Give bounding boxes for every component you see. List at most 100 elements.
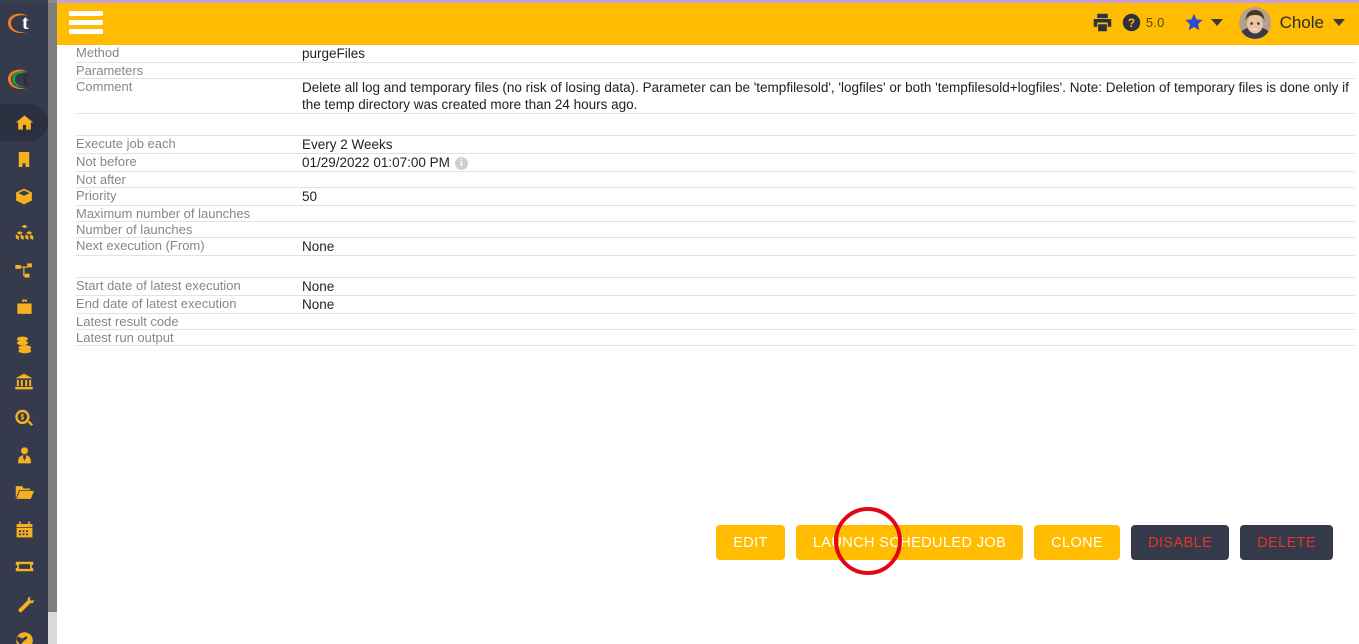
app-window: t t ? 5.0 Chole Method purgeFiles Parame…: [0, 0, 1359, 644]
printer-icon[interactable]: [1092, 12, 1113, 33]
table-row: Number of launches: [76, 221, 1355, 238]
favorites-chevron-down-icon[interactable]: [1210, 19, 1223, 26]
row-value: [302, 205, 1355, 222]
row-label: Number of launches: [76, 221, 302, 238]
launch-scheduled-job-button[interactable]: LAUNCH SCHEDULED JOB: [795, 525, 1024, 560]
sidebar-item-finance[interactable]: [0, 326, 48, 363]
delete-button[interactable]: DELETE: [1240, 525, 1333, 560]
sidebar-item-hierarchy[interactable]: [0, 252, 48, 289]
row-label: Priority: [76, 187, 302, 206]
user-menu-chevron-down-icon[interactable]: [1333, 19, 1345, 26]
folder-open-icon: [15, 486, 34, 499]
sidebar-nav: [0, 104, 48, 644]
avatar-photo: [1238, 6, 1271, 39]
logo-primary[interactable]: t: [0, 0, 48, 48]
table-row: Comment Delete all log and temporary fil…: [76, 78, 1355, 114]
user-avatar[interactable]: [1238, 6, 1271, 39]
hamburger-menu-button[interactable]: [69, 9, 103, 36]
row-label: Not before: [76, 153, 302, 172]
table-row: Not after: [76, 171, 1355, 188]
row-value: 01/29/2022 01:07:00 PM: [302, 155, 450, 170]
building-icon: [18, 152, 30, 167]
sidebar-item-tickets[interactable]: [0, 548, 48, 585]
sitemap-icon: [15, 263, 32, 278]
row-label: Method: [76, 45, 302, 63]
edit-button[interactable]: EDIT: [716, 525, 785, 560]
spacer-cell-right: [302, 255, 1355, 278]
row-label: Execute job each: [76, 135, 302, 154]
table-row: Latest run output: [76, 329, 1355, 346]
hamburger-bar-3: [69, 29, 103, 34]
row-label: Maximum number of launches: [76, 205, 302, 222]
row-value: purgeFiles: [302, 45, 1355, 63]
row-value: None: [302, 237, 1355, 256]
sidebar-scrollbar-thumb[interactable]: [48, 0, 57, 612]
row-label: Latest result code: [76, 313, 302, 330]
row-value: Delete all log and temporary files (no r…: [302, 78, 1355, 114]
row-label: Comment: [76, 78, 302, 114]
bank-icon: [15, 373, 33, 390]
row-value-with-info: 01/29/2022 01:07:00 PM i: [302, 153, 1355, 172]
spacer-cell-left: [76, 255, 302, 278]
window-top-accent-line: [0, 0, 1359, 3]
row-value: None: [302, 277, 1355, 296]
row-label: Next execution (From): [76, 237, 302, 256]
star-glyph-icon: [1185, 13, 1203, 31]
row-value: 50: [302, 187, 1355, 206]
row-value: [302, 221, 1355, 238]
table-row: Not before 01/29/2022 01:07:00 PM i: [76, 153, 1355, 172]
star-icon[interactable]: [1183, 12, 1205, 33]
sidebar-item-products[interactable]: [0, 178, 48, 215]
table-row: Maximum number of launches: [76, 205, 1355, 222]
info-icon[interactable]: i: [454, 157, 468, 170]
wrench-icon: [18, 596, 34, 613]
table-spacer-row: [76, 255, 1355, 278]
sidebar-item-organizations[interactable]: [0, 141, 48, 178]
row-label: Parameters: [76, 62, 302, 79]
row-label: Not after: [76, 171, 302, 188]
sidebar-item-briefcase[interactable]: [0, 289, 48, 326]
row-label: Latest run output: [76, 329, 302, 346]
search-dollar-icon: [15, 409, 34, 427]
row-value: [302, 171, 1355, 188]
printer-glyph-icon: [1093, 13, 1112, 32]
sidebar-item-inventory[interactable]: [0, 215, 48, 252]
logo-letter: t: [22, 12, 29, 34]
table-row: Start date of latest execution None: [76, 277, 1355, 296]
sidebar-item-users[interactable]: [0, 437, 48, 474]
help-circle-icon[interactable]: ?: [1122, 13, 1141, 32]
table-row: Latest result code: [76, 313, 1355, 330]
svg-text:?: ?: [1128, 16, 1135, 30]
row-label: End date of latest execution: [76, 295, 302, 314]
disable-button[interactable]: DISABLE: [1131, 525, 1230, 560]
logo-secondary[interactable]: t: [0, 56, 48, 104]
briefcase-icon: [16, 299, 32, 314]
hamburger-bar-2: [69, 20, 103, 25]
sidebar-item-bank[interactable]: [0, 363, 48, 400]
sidebar-item-calendar[interactable]: [0, 511, 48, 548]
table-row: End date of latest execution None: [76, 295, 1355, 314]
cubes-icon: [15, 224, 33, 240]
header-actions: ? 5.0 Chole: [1092, 0, 1345, 45]
sidebar-item-files[interactable]: [0, 474, 48, 511]
ticket-icon: [15, 561, 33, 572]
scheduled-job-detail-table: Method purgeFiles Parameters Comment Del…: [76, 45, 1355, 346]
user-tie-icon: [17, 447, 31, 464]
sidebar-scrollbar[interactable]: [48, 0, 57, 644]
logo-letter-alt: t: [22, 68, 29, 90]
table-row: Method purgeFiles: [76, 45, 1355, 63]
row-value: None: [302, 295, 1355, 314]
table-row: Parameters: [76, 62, 1355, 79]
home-icon: [15, 115, 33, 130]
version-label: 5.0: [1145, 15, 1165, 30]
row-label: Start date of latest execution: [76, 277, 302, 296]
sidebar-item-settings[interactable]: [0, 585, 48, 622]
box-icon: [16, 188, 32, 205]
clone-button[interactable]: CLONE: [1034, 525, 1121, 560]
help-glyph-icon: ?: [1122, 13, 1141, 32]
sidebar-item-home[interactable]: [0, 104, 48, 141]
sidebar-item-search[interactable]: [0, 400, 48, 437]
sidebar-item-global[interactable]: [0, 622, 48, 644]
user-name-label: Chole: [1279, 12, 1324, 32]
table-spacer-row: [76, 113, 1355, 136]
